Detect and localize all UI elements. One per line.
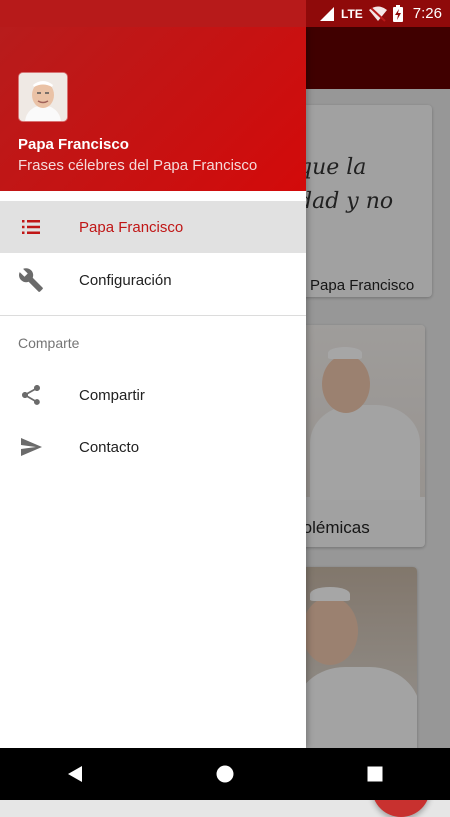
menu-item-configuracion[interactable]: Configuración [0, 254, 306, 306]
menu-item-papa-francisco[interactable]: Papa Francisco [0, 201, 306, 253]
recents-icon [367, 766, 383, 782]
drawer-subtitle: Frases célebres del Papa Francisco [18, 157, 258, 174]
drawer-divider [0, 315, 306, 316]
network-type: LTE [341, 6, 363, 21]
back-button[interactable] [45, 748, 105, 800]
section-header: Comparte [18, 335, 80, 351]
home-icon [216, 765, 234, 783]
drawer-header: Papa Francisco Frases célebres del Papa … [0, 27, 306, 191]
status-bar: LTE 7:26 [0, 0, 450, 27]
status-bar-left [0, 0, 306, 27]
status-icons: LTE 7:26 [319, 0, 442, 27]
drawer-title: Papa Francisco [18, 136, 129, 153]
back-icon [68, 766, 82, 782]
battery-icon [392, 5, 403, 22]
menu-item-contacto[interactable]: Contacto [0, 421, 306, 473]
menu-item-label: Configuración [79, 271, 172, 289]
menu-item-compartir[interactable]: Compartir [0, 369, 306, 421]
list-icon [2, 215, 60, 239]
clock: 7:26 [412, 5, 442, 22]
share-icon [2, 383, 60, 407]
send-icon [2, 435, 60, 459]
wrench-icon [2, 267, 60, 293]
navigation-drawer: Papa Francisco Frases célebres del Papa … [0, 27, 306, 748]
signal-icon [320, 6, 335, 21]
wifi-icon [368, 6, 387, 22]
menu-item-label: Papa Francisco [79, 218, 184, 236]
menu-item-label: Compartir [79, 386, 145, 404]
avatar [19, 73, 67, 121]
menu-item-label: Contacto [79, 438, 140, 456]
system-navigation-bar [0, 748, 450, 800]
home-button[interactable] [195, 748, 255, 800]
recents-button[interactable] [345, 748, 405, 800]
